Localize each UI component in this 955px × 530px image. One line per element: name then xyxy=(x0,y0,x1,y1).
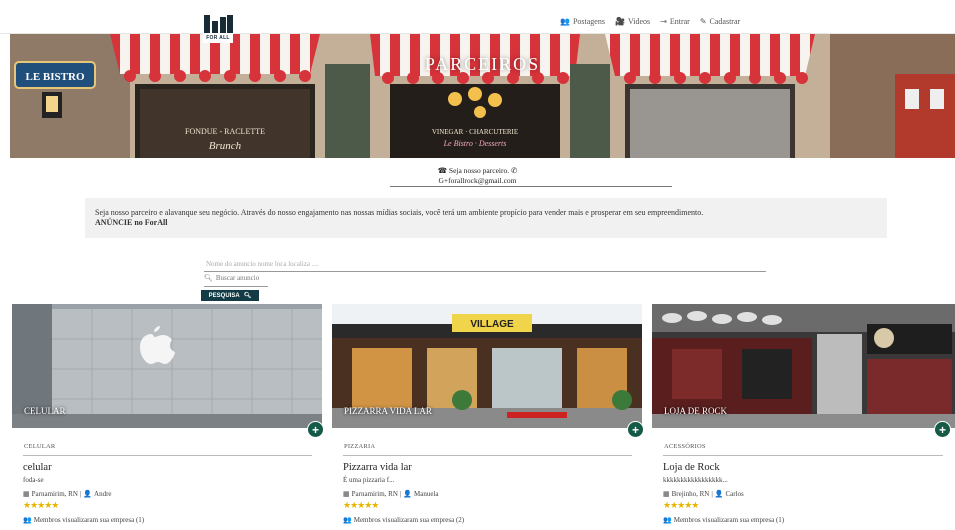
users-icon: 👥 xyxy=(663,516,672,524)
nav-label: Postagens xyxy=(572,17,605,26)
top-navbar xyxy=(0,0,955,34)
card-title[interactable]: Pizzarra vida lar xyxy=(343,462,412,473)
rating-stars: ★★★★★ xyxy=(663,500,699,510)
nav-postagens[interactable]: 👥 Postagens xyxy=(560,17,605,26)
search-input-placeholder: Buscar anuncio xyxy=(215,274,260,282)
svg-text:VINEGAR · CHARCUTERIE: VINEGAR · CHARCUTERIE xyxy=(432,128,518,136)
rating-stars: ★★★★★ xyxy=(343,500,379,510)
map-icon: ▦ xyxy=(663,490,670,498)
add-icon[interactable]: + xyxy=(627,421,644,438)
card-description: É uma pizzaria f... xyxy=(343,476,395,484)
map-icon: ▦ xyxy=(23,490,30,498)
nav-videos[interactable]: 🎥 Videos xyxy=(615,17,650,26)
nav-label: Entrar xyxy=(669,17,690,26)
separator: | xyxy=(711,490,713,498)
card-views: 👥 Membros visualizaram sua empresa (2) xyxy=(343,516,464,524)
card-owner: Carlos xyxy=(725,490,744,498)
user-icon: 👤 xyxy=(403,490,413,498)
edit-icon: ✎ xyxy=(699,17,707,26)
card-views: 👥 Membros visualizaram sua empresa (1) xyxy=(23,516,144,524)
card-city: Brejinho, RN xyxy=(671,490,710,498)
card-category: CELULAR xyxy=(24,443,56,450)
card-views-text: Membros visualizaram sua empresa (1) xyxy=(673,516,785,524)
contact-partner-text: Seja nosso parceiro. xyxy=(448,166,510,175)
search-input-underline xyxy=(204,286,268,287)
card-overlay-title: LOJA DE ROCK xyxy=(664,406,728,416)
card-overlay-title: PIZZARRA VIDA LAR xyxy=(344,406,432,416)
search-button-label: PESQUISA xyxy=(208,292,240,299)
search-input[interactable]: 🔍︎ Buscar anuncio xyxy=(204,274,259,282)
card-location: ▦ Parnamirim, RN | 👤 Andre xyxy=(23,490,112,498)
partner-card[interactable]: CELULAR + CELULAR celular foda-se ▦ Parn… xyxy=(12,304,324,530)
banner-image: LE BISTRO FONDUE - RACLETTE Brunch VINEG… xyxy=(10,34,955,158)
card-title[interactable]: celular xyxy=(23,462,52,473)
nav-entrar[interactable]: ⇥ Entrar xyxy=(660,17,690,26)
divider xyxy=(23,455,312,456)
user-icon: 👤 xyxy=(83,490,93,498)
svg-text:VILLAGE: VILLAGE xyxy=(470,319,514,330)
partner-card[interactable]: VILLAGE PIZZARRA VIDA LAR + PIZZARIA Piz… xyxy=(332,304,644,530)
contact-email[interactable]: G+forallrock@gmail.com xyxy=(0,176,955,186)
forall-logo[interactable]: FOR ALL xyxy=(203,13,233,43)
card-views-text: Membros visualizaram sua empresa (2) xyxy=(353,516,465,524)
svg-text:Brunch: Brunch xyxy=(209,140,242,152)
divider xyxy=(390,186,672,187)
card-overlay-title: CELULAR xyxy=(24,406,66,416)
logo-bars-icon xyxy=(204,15,233,33)
add-icon[interactable]: + xyxy=(934,421,951,438)
user-icon: 👤 xyxy=(714,490,724,498)
login-icon: ⇥ xyxy=(660,17,667,26)
intro-box: Seja nosso parceiro e alavanque seu negó… xyxy=(85,198,887,238)
intro-cta: ANÚNCIE no ForAll xyxy=(95,218,168,227)
card-category: ACESSÓRIOS xyxy=(664,443,706,450)
search-icon: 🔍︎ xyxy=(243,293,252,299)
card-location: ▦ Parnamirim, RN | 👤 Manuela xyxy=(343,490,439,498)
rating-stars: ★★★★★ xyxy=(23,500,59,510)
banner-title: PARCEIROS xyxy=(424,54,541,74)
search-button[interactable]: PESQUISA 🔍︎ xyxy=(201,290,259,301)
group-icon: 👥 xyxy=(560,17,570,26)
card-title[interactable]: Loja de Rock xyxy=(663,462,720,473)
nav-cadastrar[interactable]: ✎ Cadastrar xyxy=(700,17,740,26)
card-description: kkkkkkkkkkkkkkkkk... xyxy=(663,476,728,484)
card-views: 👥 Membros visualizaram sua empresa (1) xyxy=(663,516,784,524)
card-city: Parnamirim, RN xyxy=(351,490,398,498)
card-views-text: Membros visualizaram sua empresa (1) xyxy=(33,516,145,524)
card-owner: Andre xyxy=(94,490,112,498)
nav-label: Cadastrar xyxy=(709,17,741,26)
card-owner: Manuela xyxy=(414,490,439,498)
contact-info: ☎ Seja nosso parceiro. ✆ G+forallrock@gm… xyxy=(0,166,955,186)
svg-text:Le Bistro · Desserts: Le Bistro · Desserts xyxy=(443,139,507,148)
search-icon: 🔍︎ xyxy=(204,274,213,282)
divider xyxy=(663,455,943,456)
card-city: Parnamirim, RN xyxy=(31,490,78,498)
logo-text: FOR ALL xyxy=(206,35,230,41)
map-icon: ▦ xyxy=(343,490,350,498)
svg-text:FONDUE - RACLETTE: FONDUE - RACLETTE xyxy=(185,127,265,136)
card-location: ▦ Brejinho, RN | 👤 Carlos xyxy=(663,490,744,498)
partner-card[interactable]: LOJA DE ROCK + ACESSÓRIOS Loja de Rock k… xyxy=(652,304,955,530)
search-name-field[interactable]: Nome do anuncio nome loca localiza .... xyxy=(204,258,766,272)
separator: | xyxy=(399,490,402,498)
separator: | xyxy=(79,490,82,498)
users-icon: 👥 xyxy=(23,516,32,524)
card-category: PIZZARIA xyxy=(344,443,376,450)
main-nav: 👥 Postagens 🎥 Videos ⇥ Entrar ✎ Cadastra… xyxy=(560,17,740,26)
add-icon[interactable]: + xyxy=(307,421,324,438)
card-description: foda-se xyxy=(23,476,44,484)
users-icon: 👥 xyxy=(343,516,352,524)
contact-line-1: ☎ Seja nosso parceiro. ✆ xyxy=(437,166,518,175)
video-icon: 🎥 xyxy=(614,17,625,26)
nav-label: Videos xyxy=(627,17,651,26)
intro-text: Seja nosso parceiro e alavanque seu negó… xyxy=(95,208,704,217)
divider xyxy=(343,455,632,456)
storefront-illustration: LE BISTRO FONDUE - RACLETTE Brunch VINEG… xyxy=(10,34,955,158)
